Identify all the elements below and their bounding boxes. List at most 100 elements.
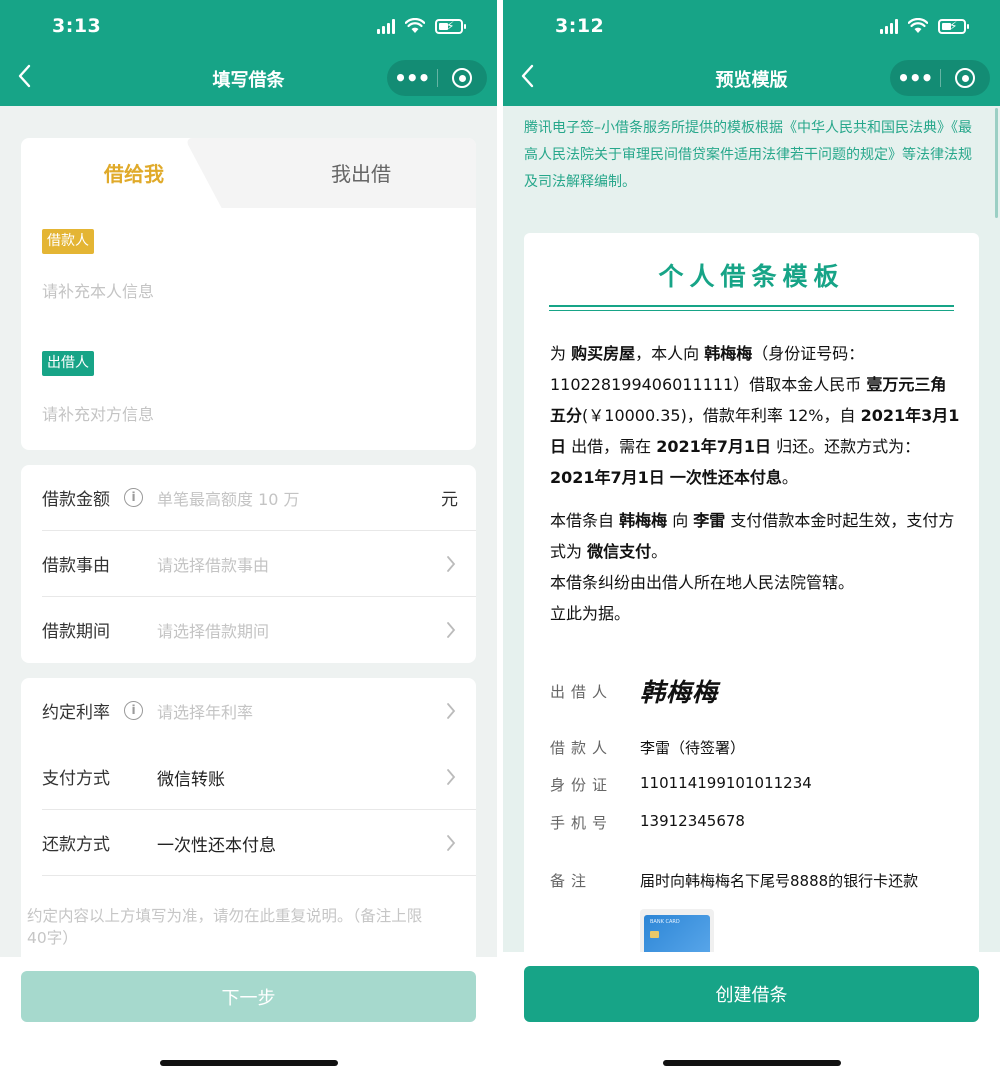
phone-value: 13912345678 [640,812,745,830]
create-iou-button[interactable]: 创建借条 [524,966,979,1022]
header-bar: 3:13 ⚡ 填写借条 ••• [0,0,497,106]
reason-label: 借款事由 [42,556,110,576]
repayment-label: 还款方式 [42,835,110,855]
right-phone-screen: 3:12 ⚡ 预览模版 ••• 腾讯电子签–小借条服务所提供的模板根据《中华人民… [503,0,1000,1075]
lender-name: 韩梅梅 [704,344,753,363]
battery-icon: ⚡ [435,18,466,34]
chevron-right-icon [447,556,456,572]
lender-signature: 韩梅梅 [640,678,719,707]
scrollbar[interactable] [995,108,998,218]
repayment-row[interactable]: 还款方式 一次性还本付息 [21,810,476,876]
phone-label: 手机号 [550,814,614,832]
payment-method: 微信支付 [587,542,652,561]
close-miniprogram-button[interactable] [437,68,487,88]
status-time: 3:12 [555,15,605,37]
loan-purpose: 购买房屋 [571,344,636,363]
lender-info-field[interactable]: 请补充对方信息 [42,401,154,425]
amount-label: 借款金额 [42,490,110,510]
chevron-right-icon [447,835,456,851]
text: 。 [651,542,668,561]
repayment-select[interactable]: 一次性还本付息 [157,831,276,856]
period-row[interactable]: 借款期间 请选择借款期间 [21,597,476,663]
close-miniprogram-button[interactable] [940,68,990,88]
miniprogram-capsule: ••• [387,60,487,96]
row-divider [42,875,476,876]
tab-borrow-to-me[interactable]: 借给我 [104,158,164,187]
payment-row[interactable]: 支付方式 微信转账 [21,744,476,810]
lender-name: 韩梅梅 [619,511,668,530]
closing-paragraph: 立此为据。 [550,604,631,623]
signal-icon [880,18,898,34]
payment-select[interactable]: 微信转账 [157,765,225,790]
borrower-name: 李雷 [693,511,726,530]
amount-row[interactable]: 借款金额 i 单笔最高额度 10 万 元 [21,465,476,531]
chevron-right-icon [447,622,456,638]
text: 本借条自 [550,511,620,530]
iou-template-document: 个人借条模板 为 购买房屋，本人向 韩梅梅（身份证号码：110228199406… [524,233,979,973]
info-icon[interactable]: i [124,488,143,507]
text: 向 [667,511,694,530]
signal-icon [377,18,395,34]
borrower-value: 李雷（待签署） [640,739,746,757]
legal-basis-notice: 腾讯电子签–小借条服务所提供的模板根据《中华人民共和国民法典》《最高人民法院关于… [524,120,972,190]
home-indicator[interactable] [663,1060,841,1066]
info-icon[interactable]: i [124,701,143,720]
lender-badge: 出借人 [42,351,94,376]
screenshot: 3:13 ⚡ 填写借条 ••• 借给我 我出借 借款人 请补充本人信息 出借人 … [0,0,1000,1075]
amount-input[interactable]: 单笔最高额度 10 万 [157,486,300,510]
title-rule [549,305,954,307]
more-icon[interactable]: ••• [890,68,940,88]
target-icon [955,68,976,88]
repay-date: 2021年7月1日 [550,468,665,487]
text: (￥10000.35)，借款年利率 12%，自 [582,406,861,425]
tab-i-lend[interactable]: 我出借 [331,158,391,187]
period-label: 借款期间 [42,622,110,642]
text: 归还。还款方式为： [771,437,921,456]
reason-select[interactable]: 请选择借款事由 [157,552,269,576]
left-phone-screen: 3:13 ⚡ 填写借条 ••• 借给我 我出借 借款人 请补充本人信息 出借人 … [0,0,497,1075]
note-value: 届时向韩梅梅名下尾号8888的银行卡还款 [640,872,919,890]
text: 。 [781,468,798,487]
status-time: 3:13 [52,15,102,37]
home-indicator[interactable] [160,1060,338,1066]
rate-row[interactable]: 约定利率 i 请选择年利率 [21,678,476,744]
remark-textarea[interactable]: 约定内容以上方填写为准，请勿在此重复说明。（备注上限 40字） [27,905,427,949]
rate-select[interactable]: 请选择年利率 [157,699,253,723]
battery-icon: ⚡ [938,18,969,34]
loan-terms-paragraph: 为 购买房屋，本人向 韩梅梅（身份证号码：110228199406011111）… [550,338,960,493]
payment-label: 支付方式 [42,769,110,789]
effect-paragraph: 本借条自 韩梅梅 向 李雷 支付借款本金时起生效，支付方式为 微信支付。 [550,505,960,567]
chevron-right-icon [447,703,456,719]
repay-method: 一次性还本付息 [669,468,782,487]
lender-label: 出借人 [550,683,614,701]
id-label: 身份证 [550,776,614,794]
bank-card-text: BANK CARD [650,919,680,925]
text: ，本人向 [635,344,705,363]
role-tabs: 借给我 我出借 [21,138,476,208]
miniprogram-capsule: ••• [890,60,990,96]
wifi-icon [405,18,425,33]
title-rule [549,310,954,311]
id-value: 110114199101011234 [640,774,812,792]
card-chip [650,931,659,938]
reason-row[interactable]: 借款事由 请选择借款事由 [21,531,476,597]
text: 出借，需在 [566,437,657,456]
borrower-label: 借款人 [550,739,614,757]
next-step-button[interactable]: 下一步 [21,971,476,1022]
loan-details-card: 借款金额 i 单笔最高额度 10 万 元 借款事由 请选择借款事由 借款期间 请… [21,465,476,663]
amount-unit: 元 [441,490,458,510]
more-icon[interactable]: ••• [387,68,437,88]
period-select[interactable]: 请选择借款期间 [157,618,269,642]
document-body: 为 购买房屋，本人向 韩梅梅（身份证号码：110228199406011111）… [550,338,960,629]
due-date: 2021年7月1日 [656,437,772,456]
header-bar: 3:12 ⚡ 预览模版 ••• [503,0,1000,106]
borrower-badge: 借款人 [42,229,94,254]
text: 为 [550,344,572,363]
borrower-info-field[interactable]: 请补充本人信息 [42,278,154,302]
rate-label: 约定利率 [42,703,110,723]
status-icons: ⚡ [377,18,466,34]
document-title: 个人借条模板 [658,262,845,291]
chevron-right-icon [447,769,456,785]
note-label: 备注 [550,872,593,890]
parties-card: 借给我 我出借 借款人 请补充本人信息 出借人 请补充对方信息 [21,138,476,450]
